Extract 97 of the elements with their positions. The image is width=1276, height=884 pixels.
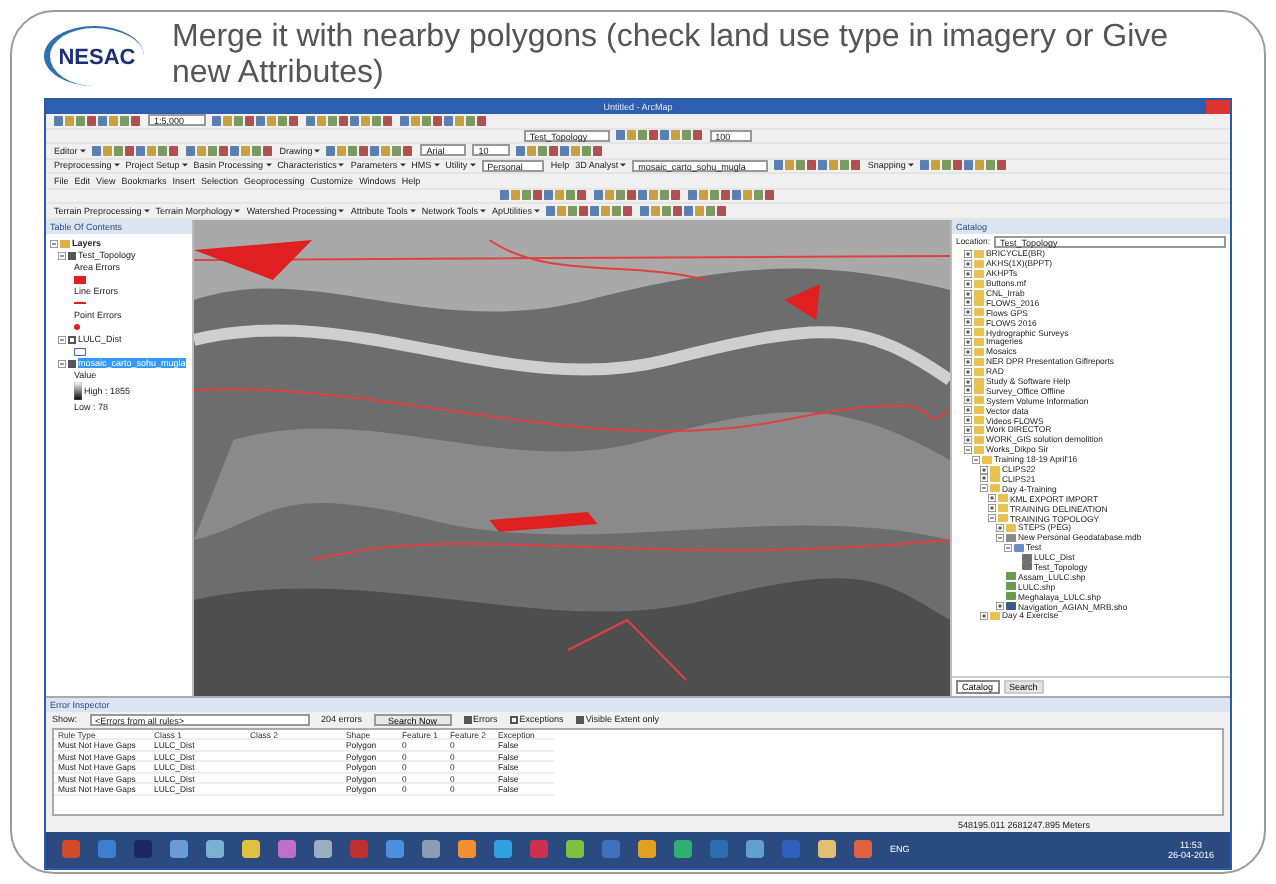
database-icon (1006, 533, 1016, 542)
logo: NESAC (44, 26, 144, 86)
fill-symbol-icon (74, 347, 86, 355)
toolbar-icons-drawing[interactable] (91, 145, 180, 156)
app-icon[interactable] (638, 840, 656, 858)
caret-icon (620, 162, 627, 169)
toolbar-icons-drawing[interactable] (640, 205, 729, 216)
expand-icon[interactable] (980, 474, 988, 483)
toolbar-icons-drawing[interactable] (54, 115, 142, 126)
filter-checkbox[interactable] (463, 715, 472, 723)
caret-icon (480, 207, 487, 214)
area-symbol-icon (74, 275, 86, 283)
app-icon[interactable] (818, 840, 836, 858)
expand-icon[interactable] (964, 357, 972, 366)
caret-icon (181, 162, 188, 169)
expand-icon[interactable] (964, 279, 972, 288)
app-icon[interactable] (674, 840, 692, 858)
toolbar-icons-drawing[interactable] (500, 190, 588, 201)
caret-icon (409, 207, 416, 214)
expand-icon[interactable] (964, 435, 972, 444)
caret-icon (338, 207, 345, 214)
expand-icon[interactable] (964, 406, 972, 415)
line-symbol-icon (74, 302, 86, 304)
toolbar-icons-drawing[interactable] (185, 145, 274, 156)
caret-icon (143, 207, 150, 214)
app-icon[interactable] (314, 840, 332, 858)
folder-icon (990, 611, 1000, 620)
caret-icon (265, 162, 272, 169)
app-icon[interactable] (242, 840, 260, 858)
expand-icon[interactable] (964, 337, 972, 346)
expand-icon[interactable] (988, 504, 996, 513)
point-symbol-icon (74, 324, 80, 330)
expand-icon[interactable] (964, 298, 972, 307)
expand-icon[interactable] (964, 377, 972, 386)
expand-icon[interactable] (964, 289, 972, 297)
toolbar-icons-drawing[interactable] (306, 115, 395, 126)
expand-icon[interactable] (964, 308, 972, 317)
slide-title: Merge it with nearby polygons (check land use type in imagery or Give new Attributes) (172, 20, 1171, 92)
toolbar-icons-drawing[interactable] (688, 190, 776, 201)
expand-icon[interactable] (964, 396, 972, 405)
expand-icon[interactable] (980, 465, 988, 474)
expand-icon[interactable] (996, 523, 1004, 532)
collapse-icon[interactable] (50, 239, 58, 247)
collapse-icon[interactable] (972, 455, 980, 464)
layer-checkbox[interactable] (68, 335, 76, 343)
collapse-icon[interactable] (980, 484, 988, 493)
toolbar-icons-drawing[interactable] (326, 145, 415, 156)
expand-icon[interactable] (964, 367, 972, 376)
expand-icon[interactable] (964, 347, 972, 356)
caret-icon (399, 162, 406, 169)
expand-icon[interactable] (964, 416, 972, 425)
collapse-icon[interactable] (996, 533, 1004, 542)
caret-icon (469, 162, 476, 169)
collapse-icon[interactable] (1004, 543, 1012, 552)
collapse-icon[interactable] (58, 335, 66, 343)
expand-icon[interactable] (964, 425, 972, 434)
filter-checkbox[interactable] (509, 715, 518, 723)
toolbar-icons-drawing[interactable] (400, 115, 489, 126)
toolbar-icons-drawing[interactable] (594, 190, 682, 201)
expand-icon[interactable] (996, 602, 1004, 610)
caret-icon (338, 162, 345, 169)
toolbar-icons-drawing[interactable] (615, 130, 704, 141)
caret-icon (234, 207, 241, 214)
caret-icon (314, 147, 321, 154)
collapse-icon[interactable] (964, 445, 972, 454)
caret-icon (907, 162, 914, 169)
color-ramp-icon (74, 382, 82, 400)
app-icon[interactable] (422, 840, 440, 858)
expand-icon[interactable] (964, 269, 972, 278)
toolbar-icons-drawing[interactable] (546, 205, 635, 216)
expand-icon[interactable] (980, 611, 988, 620)
collapse-icon[interactable] (988, 513, 996, 522)
expand-icon[interactable] (964, 249, 972, 258)
layer-checkbox[interactable] (68, 251, 76, 259)
dataset-icon (1014, 543, 1024, 552)
expand-icon[interactable] (964, 318, 972, 327)
app-icon[interactable] (458, 840, 476, 858)
expand-icon[interactable] (964, 259, 972, 268)
caret-icon (433, 162, 440, 169)
toolbar-icons-drawing[interactable] (919, 160, 1008, 171)
toolbar-icons-drawing[interactable] (516, 145, 605, 156)
caret-icon (534, 207, 541, 214)
filter-checkbox[interactable] (575, 715, 584, 723)
collapse-icon[interactable] (58, 359, 66, 367)
caret-icon (113, 162, 120, 169)
map-icon (1006, 602, 1016, 610)
layers-icon (60, 239, 70, 247)
toolbar-icons-drawing[interactable] (212, 115, 301, 126)
expand-icon[interactable] (964, 328, 972, 337)
caret-icon (79, 147, 86, 154)
layer-checkbox[interactable] (68, 359, 76, 367)
collapse-icon[interactable] (58, 251, 66, 259)
expand-icon[interactable] (988, 494, 996, 503)
app-icon[interactable] (206, 840, 224, 858)
app-icon[interactable] (566, 840, 584, 858)
toolbar-icons-drawing[interactable] (773, 160, 862, 171)
expand-icon[interactable] (964, 386, 972, 395)
